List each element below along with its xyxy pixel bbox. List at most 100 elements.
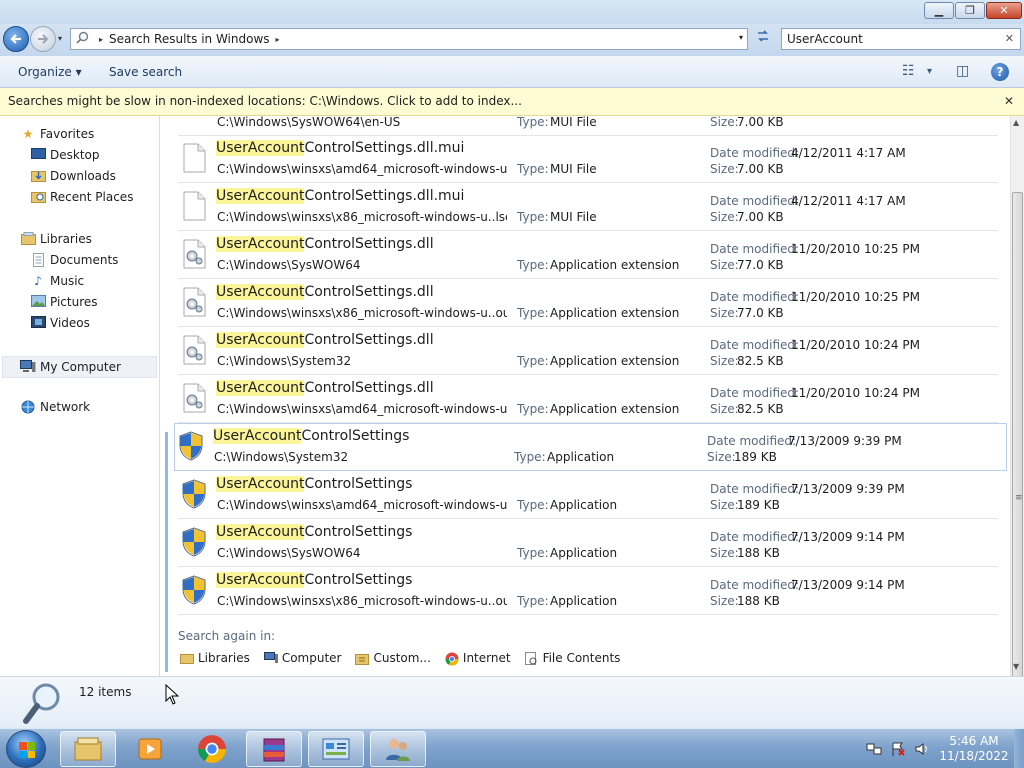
result-name[interactable]: UserAccountControlSettings — [216, 524, 412, 540]
result-row[interactable]: UserAccountControlSettings Date modified:… — [174, 423, 1007, 471]
refresh-button[interactable] — [752, 28, 774, 50]
volume-icon[interactable] — [914, 741, 930, 757]
nav-music[interactable]: ♪ Music — [30, 274, 84, 288]
nav-documents[interactable]: Documents — [30, 253, 118, 267]
search-again-computer[interactable]: Computer — [263, 651, 341, 665]
breadcrumb-separator-icon[interactable]: ▸ — [276, 35, 280, 44]
address-bar[interactable]: ▸ Search Results in Windows ▸ ▾ — [70, 28, 748, 50]
show-desktop-button[interactable] — [1014, 729, 1024, 768]
result-row[interactable]: C:\Windows\SysWOW64\en-US Type: MUI File Si… — [178, 89, 998, 136]
size-label: Size: — [710, 498, 739, 512]
organize-button[interactable]: Organize ▾ — [18, 65, 82, 79]
nav-network[interactable]: Network — [20, 400, 90, 414]
search-again-internet[interactable]: Internet — [445, 651, 511, 665]
search-term-highlight: UserAccount — [216, 572, 305, 588]
recent-pages-dropdown[interactable]: ▾ — [58, 34, 62, 43]
size-value: 189 KB — [737, 498, 780, 512]
nav-desktop[interactable]: Desktop — [30, 148, 100, 162]
taskbar-control-panel[interactable] — [308, 731, 364, 767]
address-dropdown-icon[interactable]: ▾ — [739, 33, 743, 42]
forward-button[interactable] — [30, 26, 56, 52]
clock[interactable]: 5:46 AM 11/18/2022 — [936, 734, 1012, 764]
nav-pictures[interactable]: Pictures — [30, 295, 98, 309]
result-row[interactable]: UserAccountControlSettings.dll.mui Date m… — [178, 184, 998, 231]
vertical-scrollbar[interactable]: ▲ ≡ ▼ — [1010, 116, 1024, 727]
preview-pane-icon[interactable]: ◫ — [956, 63, 969, 79]
minimize-button[interactable]: ▁ — [924, 2, 954, 19]
result-name[interactable]: UserAccountControlSettings.dll — [216, 284, 434, 300]
close-button[interactable]: ✕ — [986, 2, 1022, 19]
search-again-custom[interactable]: Custom... — [355, 651, 431, 665]
type-value: Application extension — [550, 354, 680, 368]
search-folder-icon — [71, 31, 93, 47]
view-dropdown-icon[interactable]: ▾ — [927, 66, 932, 77]
taskbar: 5:46 AM 11/18/2022 — [0, 728, 1024, 768]
result-row[interactable]: UserAccountControlSettings.dll Date modif… — [178, 328, 998, 375]
back-button[interactable] — [3, 26, 29, 52]
result-row[interactable]: UserAccountControlSettings.dll Date modif… — [178, 280, 998, 327]
size-label: Size: — [707, 450, 736, 464]
custom-folder-icon — [355, 652, 370, 665]
type-value: Application — [550, 498, 618, 512]
close-infobar-icon[interactable]: ✕ — [1004, 94, 1014, 108]
result-name[interactable]: UserAccountControlSettings — [213, 428, 409, 444]
start-button[interactable] — [6, 730, 46, 768]
breadcrumb-separator-icon[interactable]: ▸ — [99, 35, 103, 44]
nav-favorites-label: Favorites — [40, 127, 95, 141]
search-again-file-contents[interactable]: File Contents — [525, 651, 620, 665]
date-modified-value: 11/20/2010 10:25 PM — [791, 290, 920, 304]
nav-recent-places[interactable]: Recent Places — [30, 190, 133, 204]
taskbar-user-accounts[interactable] — [370, 731, 426, 767]
maximize-button[interactable]: ❐ — [955, 2, 985, 19]
scroll-down-arrow[interactable]: ▼ — [1013, 662, 1019, 671]
type-label: Type: — [517, 354, 549, 368]
date-modified-value: 4/12/2011 4:17 AM — [791, 146, 906, 160]
search-again-internet-label: Internet — [462, 651, 511, 665]
result-path: C:\Windows\winsxs\amd64_microsoft-window… — [217, 162, 507, 176]
clear-search-icon[interactable]: ✕ — [1005, 32, 1014, 45]
result-row[interactable]: UserAccountControlSettings.dll.mui Date m… — [178, 136, 998, 183]
nav-my-computer-label: My Computer — [40, 360, 121, 374]
result-row[interactable]: UserAccountControlSettings Date modified:… — [178, 520, 998, 567]
network-status-icon[interactable] — [866, 741, 882, 757]
result-row[interactable]: UserAccountControlSettings Date modified:… — [178, 568, 998, 615]
result-name[interactable]: UserAccountControlSettings — [216, 476, 412, 492]
scroll-up-arrow[interactable]: ▲ — [1013, 118, 1019, 127]
downloads-folder-icon — [30, 169, 46, 183]
result-name[interactable]: UserAccountControlSettings.dll — [216, 332, 434, 348]
result-row[interactable]: UserAccountControlSettings Date modified:… — [178, 472, 998, 519]
nav-favorites[interactable]: ★ Favorites — [20, 127, 95, 141]
result-row[interactable]: UserAccountControlSettings.dll Date modif… — [178, 232, 998, 279]
search-again-heading: Search again in: — [178, 629, 276, 643]
action-center-flag-icon[interactable] — [890, 741, 906, 757]
result-name-rest: ControlSettings — [304, 524, 413, 540]
search-input-value[interactable]: UserAccount — [787, 32, 863, 46]
result-name[interactable]: UserAccountControlSettings.dll.mui — [216, 140, 464, 156]
result-name[interactable]: UserAccountControlSettings — [216, 572, 412, 588]
result-name[interactable]: UserAccountControlSettings.dll.mui — [216, 188, 464, 204]
taskbar-explorer[interactable] — [60, 731, 116, 767]
taskbar-media-player[interactable] — [122, 731, 178, 767]
nav-downloads[interactable]: Downloads — [30, 169, 116, 183]
nav-libraries[interactable]: Libraries — [20, 232, 92, 246]
save-search-button[interactable]: Save search — [109, 65, 182, 79]
scroll-thumb[interactable]: ≡ — [1012, 192, 1023, 727]
size-label: Size: — [710, 402, 739, 416]
nav-my-computer[interactable]: My Computer — [2, 356, 157, 378]
search-again-libraries[interactable]: Libraries — [180, 651, 250, 665]
taskbar-winrar[interactable] — [246, 731, 302, 767]
search-input[interactable]: UserAccount ✕ — [781, 28, 1021, 50]
result-row[interactable]: UserAccountControlSettings.dll Date modif… — [178, 376, 998, 423]
taskbar-chrome[interactable] — [184, 731, 240, 767]
type-label: Type: — [517, 258, 549, 272]
nav-videos[interactable]: Videos — [30, 316, 90, 330]
size-value: 77.0 KB — [737, 258, 784, 272]
result-name[interactable]: UserAccountControlSettings.dll — [216, 236, 434, 252]
breadcrumb-search-results[interactable]: Search Results in Windows — [109, 32, 270, 46]
change-view-icon[interactable]: ☷ — [902, 63, 915, 79]
type-value: Application — [547, 450, 615, 464]
type-label: Type: — [517, 306, 549, 320]
help-icon[interactable]: ? — [991, 63, 1009, 81]
nav-desktop-label: Desktop — [50, 148, 100, 162]
result-name[interactable]: UserAccountControlSettings.dll — [216, 380, 434, 396]
